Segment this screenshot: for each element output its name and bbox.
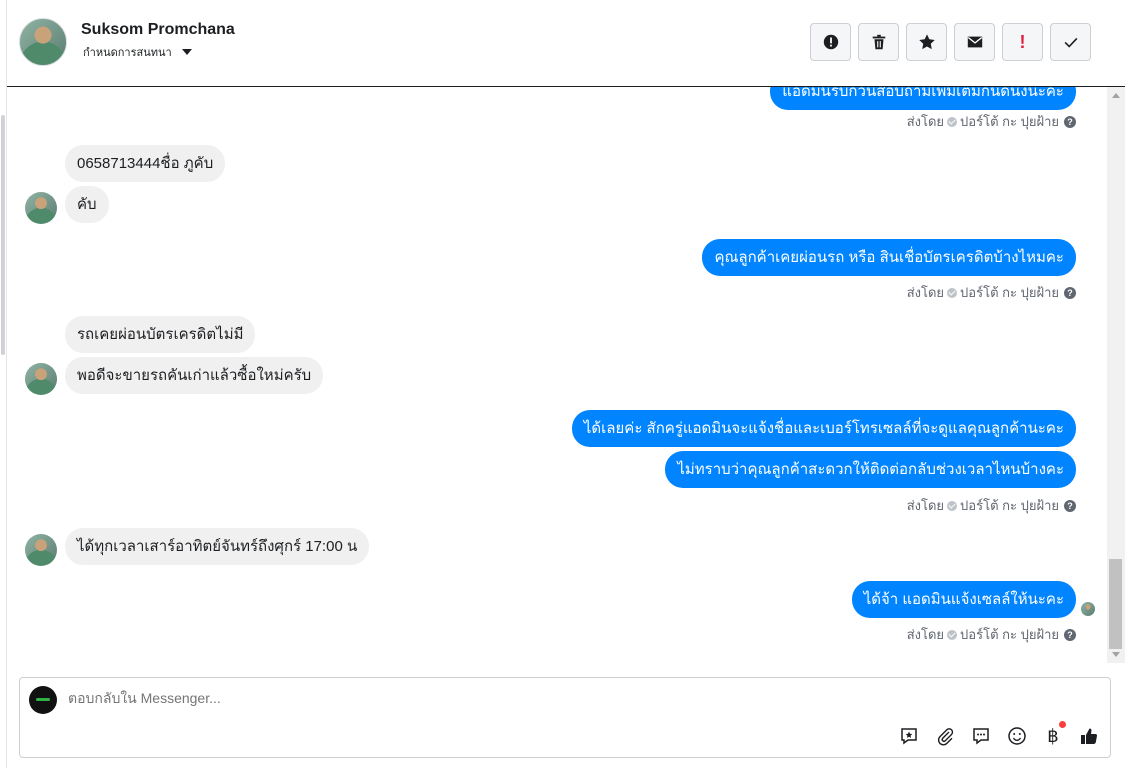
contact-name[interactable]: Suksom Promchana: [81, 21, 235, 39]
help-icon[interactable]: ?: [1064, 115, 1076, 128]
sender-name[interactable]: ปอร์โต้ กะ ปุยฝ้าย: [960, 624, 1059, 645]
star-icon: [918, 34, 935, 50]
sender-name[interactable]: ปอร์โต้ กะ ปุยฝ้าย: [960, 495, 1059, 516]
comment-button[interactable]: [970, 725, 992, 747]
sender-name[interactable]: ปอร์โต้ กะ ปุยฝ้าย: [960, 282, 1059, 303]
sent-check-icon: [947, 116, 958, 127]
comment-icon: [973, 728, 989, 745]
like-button[interactable]: [1078, 725, 1100, 747]
sent-by-line: ส่งโดย ปอร์โต้ กะ ปุยฝ้าย ?: [907, 282, 1076, 303]
message-thread[interactable]: แอดมินรบกวนสอบถามเพิ่มเติมกันดนิงนะคะ ส่…: [7, 87, 1107, 663]
sent-check-icon: [947, 287, 958, 298]
message-bubble-outgoing[interactable]: แอดมินรบกวนสอบถามเพิ่มเติมกันดนิงนะคะ: [770, 87, 1076, 110]
message-bubble-incoming[interactable]: รถเคยผ่อนบัตรเครดิตไม่มี: [65, 316, 256, 353]
left-panel-edge: [0, 0, 7, 768]
check-icon: [1064, 37, 1077, 48]
sent-by-label: ส่งโดย: [906, 498, 945, 513]
seen-indicator-avatar: [1081, 602, 1095, 616]
page-avatar: [29, 686, 57, 714]
attachment-icon: [937, 728, 954, 746]
message-bubble-incoming[interactable]: 0658713444ชื่อ ภูคับ: [65, 145, 226, 182]
scroll-down-arrow-icon[interactable]: [1112, 652, 1120, 657]
mark-done-button[interactable]: [1050, 23, 1091, 61]
contact-avatar-small[interactable]: [25, 192, 57, 224]
saved-replies-button[interactable]: [898, 725, 920, 747]
sent-by-line: ส่งโดย ปอร์โต้ กะ ปุยฝ้าย ?: [907, 624, 1076, 645]
reply-composer: ฿: [19, 677, 1111, 758]
emoji-button[interactable]: [1006, 725, 1028, 747]
message-bubble-outgoing[interactable]: คุณลูกค้าเคยผ่อนรถ หรือ สินเชื่อบัตรเครด…: [702, 239, 1076, 276]
help-icon[interactable]: ?: [1064, 499, 1076, 512]
conversation-toolbar: !: [810, 23, 1091, 61]
contact-avatar[interactable]: [19, 18, 67, 66]
sent-by-line: ส่งโดย ปอร์โต้ กะ ปุยฝ้าย ?: [907, 495, 1076, 516]
payment-button[interactable]: ฿: [1042, 721, 1066, 747]
composer-toolbar: ฿: [898, 721, 1100, 747]
conversation-schedule-label: กำหนดการสนทนา: [83, 47, 172, 59]
contact-avatar-small[interactable]: [25, 363, 57, 395]
message-bubble-incoming[interactable]: คับ: [65, 186, 109, 223]
exclamation-icon: !: [1019, 31, 1026, 52]
like-icon: [1081, 728, 1098, 744]
message-bubble-outgoing[interactable]: ได้จ้า แอดมินแจ้งเซลล์ให้นะคะ: [851, 581, 1076, 618]
message-bubble-incoming[interactable]: ได้ทุกเวลาเสาร์อาทิตย์จันทร์ถึงศุกร์ 17:…: [65, 528, 370, 565]
sent-by-label: ส่งโดย: [906, 114, 945, 129]
star-button[interactable]: [906, 23, 947, 61]
left-scroll-thumb[interactable]: [1, 115, 5, 355]
mark-spam-button[interactable]: [810, 23, 851, 61]
caret-down-icon: [181, 49, 192, 55]
contact-avatar-small[interactable]: [25, 534, 57, 566]
mark-unread-button[interactable]: [954, 23, 995, 61]
baht-icon: ฿: [1047, 725, 1059, 747]
sent-by-label: ส่งโดย: [906, 627, 945, 642]
sent-by-label: ส่งโดย: [906, 285, 945, 300]
saved-reply-icon: [901, 728, 917, 745]
mark-important-button[interactable]: !: [1002, 23, 1043, 61]
emoji-icon: [1008, 727, 1026, 745]
sent-check-icon: [947, 629, 958, 640]
sent-check-icon: [947, 500, 958, 511]
trash-icon: [872, 34, 885, 50]
delete-button[interactable]: [858, 23, 899, 61]
scroll-up-arrow-icon[interactable]: [1112, 93, 1120, 98]
help-icon[interactable]: ?: [1064, 628, 1076, 641]
scroll-thumb[interactable]: [1109, 559, 1122, 649]
thread-scrollbar[interactable]: [1107, 87, 1125, 663]
notification-dot: [1059, 721, 1066, 728]
help-icon[interactable]: ?: [1064, 286, 1076, 299]
sent-by-line: ส่งโดย ปอร์โต้ กะ ปุยฝ้าย ?: [907, 111, 1076, 132]
message-bubble-outgoing[interactable]: ได้เลยค่ะ สักครู่แอดมินจะแจ้งชื่อและเบอร…: [571, 410, 1076, 447]
attach-file-button[interactable]: [934, 725, 956, 747]
reply-input[interactable]: [68, 690, 868, 706]
conversation-schedule-dropdown[interactable]: กำหนดการสนทนา: [83, 43, 192, 61]
sender-name[interactable]: ปอร์โต้ กะ ปุยฝ้าย: [960, 111, 1059, 132]
spam-icon: [823, 34, 838, 50]
message-bubble-incoming[interactable]: พอดีจะขายรถคันเก่าแล้วซื้อใหม่ครับ: [65, 357, 324, 394]
conversation-header: Suksom Promchana กำหนดการสนทนา !: [7, 0, 1125, 87]
mail-icon: [967, 36, 982, 48]
message-bubble-outgoing[interactable]: ไม่ทราบว่าคุณลูกค้าสะดวกให้ติดต่อกลับช่ว…: [665, 451, 1076, 488]
